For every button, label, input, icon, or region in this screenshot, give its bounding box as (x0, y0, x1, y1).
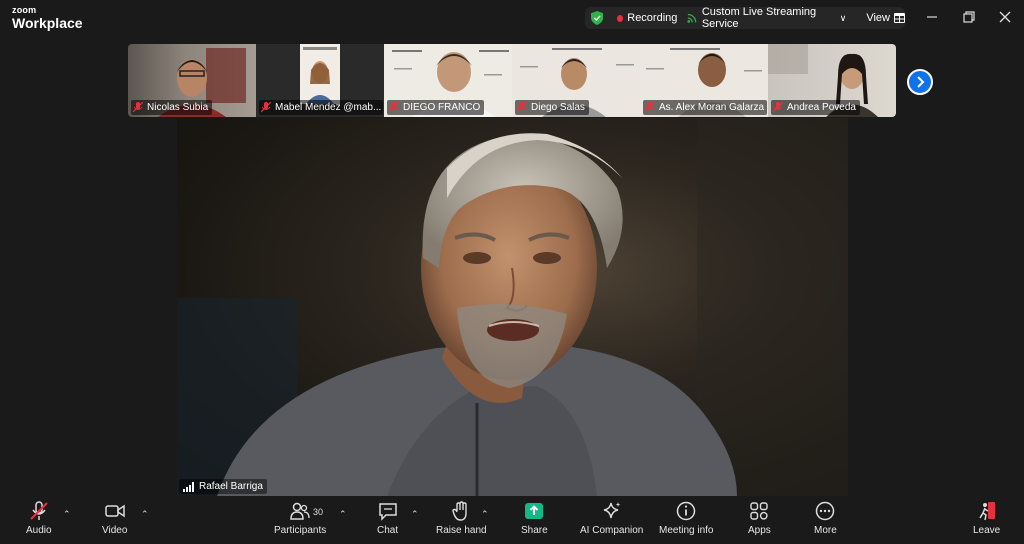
participant-name: Mabel Mendez @mab... (275, 102, 382, 113)
participant-name: DIEGO FRANCO (403, 102, 481, 113)
video-camera-icon (104, 504, 125, 518)
leave-button[interactable]: Leave (973, 501, 1000, 536)
participant-name-label: Nicolas Subia (131, 100, 213, 115)
participant-name: Andrea Poveda (787, 102, 856, 113)
share-screen-icon (525, 503, 544, 519)
speaker-name-label: Rafael Barriga (179, 479, 267, 494)
ai-sparkle-icon (603, 502, 621, 519)
meeting-info-label: Meeting info (659, 525, 714, 536)
live-stream-status[interactable]: Custom Live Streaming Service (702, 6, 836, 30)
participant-name: As. Alex Moran Galarza (659, 102, 765, 113)
participants-icon (290, 502, 310, 520)
participant-name: Nicolas Subia (147, 102, 209, 113)
view-button[interactable]: View (866, 12, 905, 24)
participant-name-label: Andrea Poveda (771, 100, 860, 115)
participant-tile[interactable]: As. Alex Moran Galarza (640, 44, 768, 117)
meeting-toolbar: Audio ⌃ Video ⌃ Participants 30 ⌃ Chat ⌃… (0, 497, 1024, 544)
audio-button[interactable]: Audio (26, 501, 52, 536)
speaker-name: Rafael Barriga (199, 481, 263, 492)
participants-options-caret-icon[interactable]: ⌃ (339, 509, 347, 520)
leave-label: Leave (973, 525, 1001, 536)
apps-label: Apps (748, 525, 771, 536)
chat-button[interactable]: Chat (377, 501, 398, 536)
title-bar: zoom Workplace Recording Custom Live Str… (0, 0, 1024, 36)
mic-muted-icon (645, 102, 655, 113)
chat-label: Chat (377, 525, 399, 536)
live-stream-icon (687, 13, 697, 23)
raise-hand-button[interactable]: Raise hand (436, 501, 487, 536)
video-label: Video (102, 525, 128, 536)
share-label: Share (521, 525, 548, 536)
info-icon (676, 501, 696, 521)
mic-muted-icon (261, 102, 271, 113)
more-label: More (814, 525, 837, 536)
share-button[interactable]: Share (521, 501, 548, 536)
participant-tile[interactable]: Andrea Poveda (768, 44, 896, 117)
audio-options-caret-icon[interactable]: ⌃ (63, 509, 71, 520)
reactions-options-caret-icon[interactable]: ⌃ (481, 509, 489, 520)
next-page-button[interactable] (907, 69, 933, 95)
more-dots-icon (816, 501, 835, 521)
mic-muted-icon (773, 102, 783, 113)
participant-tile[interactable]: DIEGO FRANCO (384, 44, 512, 117)
participant-name-label: As. Alex Moran Galarza (643, 100, 767, 115)
participant-thumbnail-strip: Nicolas Subia Mabel Mendez @mab... DIEGO… (128, 44, 896, 117)
participant-tile[interactable]: Mabel Mendez @mab... (256, 44, 384, 117)
participant-name-label: Mabel Mendez @mab... (259, 100, 383, 115)
chat-options-caret-icon[interactable]: ⌃ (411, 509, 419, 520)
mic-muted-icon (30, 501, 48, 520)
chevron-down-icon[interactable]: ∨ (840, 13, 847, 24)
leave-exit-icon (978, 502, 995, 521)
signal-strength-icon (183, 481, 194, 492)
grid-view-icon (894, 13, 905, 23)
apps-button[interactable]: Apps (748, 501, 771, 536)
participants-label: Participants (274, 525, 327, 536)
raise-hand-label: Raise hand (436, 525, 487, 536)
participant-name: Diego Salas (531, 102, 585, 113)
participant-tile[interactable]: Nicolas Subia (128, 44, 256, 117)
chat-icon (378, 503, 397, 521)
recording-dot-icon (617, 14, 624, 22)
raise-hand-icon (452, 501, 467, 521)
shield-icon[interactable] (591, 10, 604, 26)
active-speaker-video[interactable]: Rafael Barriga (177, 118, 848, 496)
video-button[interactable]: Video (102, 501, 127, 536)
participant-tile[interactable]: Diego Salas (512, 44, 640, 117)
participant-name-label: DIEGO FRANCO (387, 100, 485, 115)
ai-companion-label: AI Companion (580, 525, 644, 536)
mic-muted-icon (133, 102, 143, 113)
restore-icon[interactable] (961, 9, 977, 25)
logo-large-text: Workplace (12, 15, 83, 31)
video-options-caret-icon[interactable]: ⌃ (141, 509, 149, 520)
audio-label: Audio (26, 525, 52, 536)
view-label: View (866, 12, 890, 24)
recording-status[interactable]: Recording (627, 12, 677, 24)
chevron-right-icon (917, 76, 925, 88)
more-button[interactable]: More (814, 501, 837, 536)
meeting-info-button[interactable]: Meeting info (659, 501, 713, 536)
mic-muted-icon (517, 102, 527, 113)
mic-muted-icon (389, 102, 399, 113)
zoom-logo: zoom Workplace (12, 5, 83, 31)
meeting-status-bar: Recording Custom Live Streaming Service … (585, 6, 905, 30)
participant-name-label: Diego Salas (515, 100, 589, 115)
participants-count: 30 (313, 507, 324, 517)
close-icon[interactable] (997, 9, 1013, 25)
logo-small-text: zoom (12, 5, 37, 15)
apps-icon (750, 502, 769, 520)
minimize-icon[interactable] (924, 9, 940, 25)
ai-companion-button[interactable]: AI Companion (580, 501, 643, 536)
speaker-video-frame (177, 118, 848, 496)
